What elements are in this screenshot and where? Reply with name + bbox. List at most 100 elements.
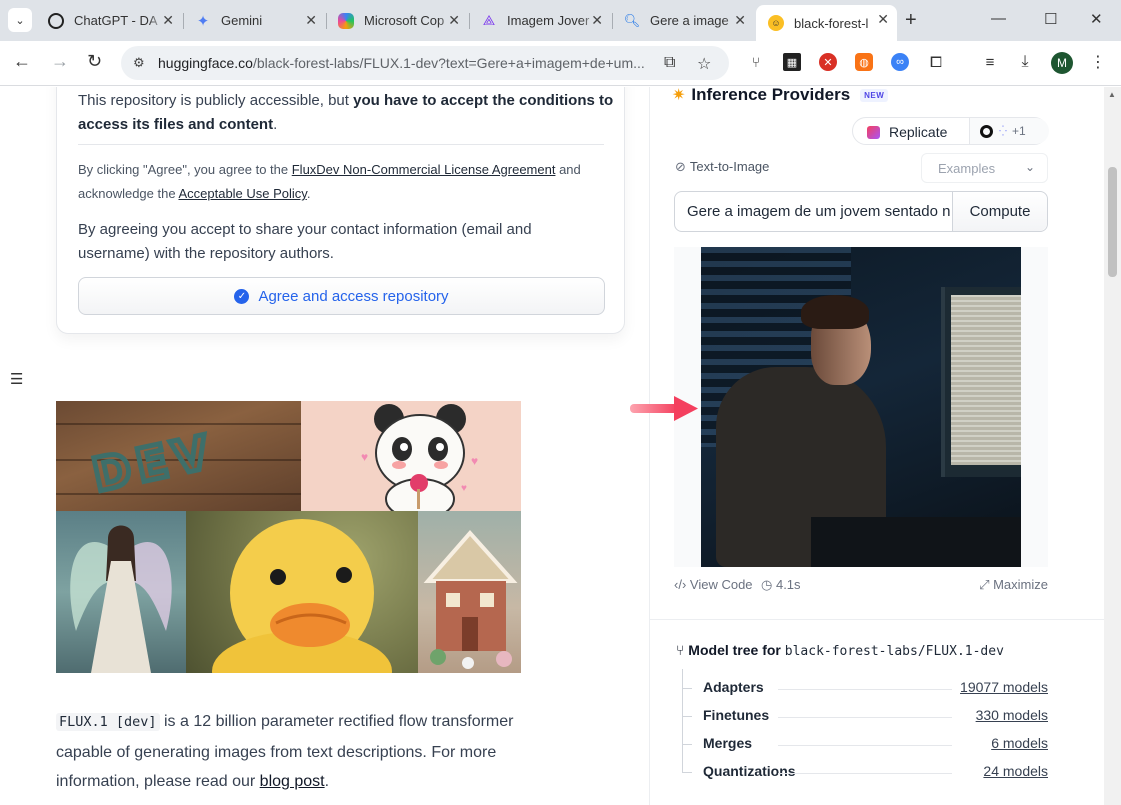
divider: [78, 144, 604, 145]
angel-woman-image: [56, 511, 186, 673]
tree-row-merges: Merges 6 models: [682, 735, 1048, 755]
close-tab-icon[interactable]: ✕: [734, 12, 746, 29]
close-tab-icon[interactable]: ✕: [305, 12, 317, 29]
close-window-icon[interactable]: ✕: [1090, 10, 1103, 28]
gingerbread-house-image: [418, 511, 521, 673]
maximize-window-icon[interactable]: ☐: [1044, 10, 1057, 28]
provider-replicate[interactable]: Replicate: [867, 124, 947, 140]
tab-gemini[interactable]: ✦ Gemini ✕: [183, 6, 325, 35]
table-of-contents-icon[interactable]: ☰: [10, 370, 23, 388]
close-tab-icon[interactable]: ✕: [591, 12, 603, 29]
maximize-link[interactable]: ⤢ Maximize: [979, 577, 1048, 593]
inference-time: ◷ 4.1s: [761, 577, 801, 592]
address-bar[interactable]: ⚙ huggingface.co/black-forest-labs/FLUX.…: [121, 46, 729, 80]
tab-search-chevron-icon[interactable]: ⌄: [8, 8, 32, 32]
tree-row-finetunes: Finetunes 330 models: [682, 707, 1048, 727]
back-icon[interactable]: ←: [13, 51, 31, 72]
scroll-up-icon[interactable]: ▲: [1108, 90, 1116, 99]
prompt-input[interactable]: [675, 192, 952, 231]
blocker-extension-icon[interactable]: ✕: [819, 53, 837, 71]
clock-icon: ◷: [761, 577, 773, 592]
check-circle-icon: ✓: [234, 288, 250, 304]
dev-beads-image: DEV: [56, 401, 301, 511]
orange-extension-icon[interactable]: ◍: [855, 53, 873, 71]
compute-button[interactable]: Compute: [952, 192, 1047, 231]
chevron-down-icon: ⌄: [1024, 160, 1035, 174]
task-label: ⊘ Text-to-Image: [675, 159, 770, 174]
svg-text:♥: ♥: [471, 454, 478, 468]
tree-row-quantizations: Quantizations 24 models: [682, 763, 1048, 783]
close-tab-icon[interactable]: ✕: [162, 12, 174, 29]
svg-text:♥: ♥: [461, 483, 467, 494]
tab-imagem[interactable]: ⟁ Imagem Jover ✕: [469, 6, 611, 35]
media-queue-icon[interactable]: ≡: [981, 53, 999, 71]
agree-access-button[interactable]: ✓ Agree and access repository: [78, 277, 605, 315]
new-tab-icon[interactable]: +: [905, 9, 917, 32]
extensions-puzzle-icon[interactable]: ⧠: [927, 53, 945, 71]
finetunes-count-link[interactable]: 330 models: [976, 707, 1048, 723]
profile-avatar[interactable]: M: [1051, 52, 1073, 74]
sparkle-icon: ✷: [672, 87, 686, 104]
qr-code-icon[interactable]: ▦: [783, 53, 801, 71]
search-icon: 🔍︎: [623, 12, 641, 28]
model-id: black-forest-labs/FLUX.1-dev: [784, 644, 1004, 659]
download-icon[interactable]: ⤓: [1016, 53, 1034, 71]
gemini-icon: ✦: [196, 12, 210, 30]
url-text[interactable]: huggingface.co/black-forest-labs/FLUX.1-…: [158, 55, 658, 71]
link-extension-icon[interactable]: ∞: [891, 53, 909, 71]
translate-icon[interactable]: ⧉: [664, 54, 675, 72]
bookmark-star-icon[interactable]: ☆: [697, 54, 711, 74]
aup-link[interactable]: Acceptable Use Policy: [178, 186, 306, 201]
generated-image[interactable]: [701, 247, 1021, 567]
inference-providers-heading: ✷ Inference Providers NEW: [672, 87, 889, 105]
model-showcase-image: DEV ♥ ♥ ♥: [56, 401, 521, 673]
reload-icon[interactable]: ↻: [87, 51, 102, 72]
provider-dots-icon: ⁛: [999, 125, 1007, 137]
result-meta: ‹/› View Code ◷ 4.1s ⤢ Maximize: [674, 577, 1048, 595]
maximize-icon: ⤢: [979, 577, 990, 592]
extension-fork-icon[interactable]: ⑂: [747, 53, 765, 71]
browser-menu-icon[interactable]: ⋮: [1089, 53, 1107, 71]
gated-access-card: This repository is publicly accessible, …: [56, 87, 625, 334]
scrollbar-thumb[interactable]: [1108, 167, 1117, 277]
minimize-icon[interactable]: —: [991, 10, 1006, 27]
gate-intro: This repository is publicly accessible, …: [78, 92, 614, 133]
provider-selector[interactable]: Replicate ⁛ +1: [852, 117, 1049, 145]
adapters-count-link[interactable]: 19077 models: [960, 679, 1048, 695]
site-info-icon[interactable]: ⚙: [133, 55, 145, 71]
replicate-icon: [867, 125, 880, 139]
column-divider: [649, 87, 650, 805]
hugging-face-icon: ☺: [768, 15, 784, 31]
quantizations-count-link[interactable]: 24 models: [983, 763, 1048, 779]
panda-illustration: ♥ ♥ ♥: [301, 401, 521, 511]
browser-toolbar: ← → ↻ ⚙ huggingface.co/black-forest-labs…: [0, 41, 1121, 86]
tab-chatgpt[interactable]: ChatGPT - DA ✕: [36, 6, 182, 35]
tab-strip: ⌄ ChatGPT - DA ✕ ✦ Gemini ✕ Microsoft Co…: [0, 0, 1121, 41]
sparkle-icon: ⟁: [482, 12, 496, 28]
more-providers-button[interactable]: ⁛ +1: [969, 118, 1049, 144]
tab-search[interactable]: 🔍︎ Gere a image ✕: [612, 6, 754, 35]
crochet-duck-image: [186, 511, 418, 673]
chatgpt-icon: [48, 12, 64, 29]
gate-share-text: By agreeing you accept to share your con…: [78, 221, 532, 262]
divider: [650, 619, 1104, 620]
gate-license-text: By clicking "Agree", you agree to the Fl…: [78, 162, 581, 201]
model-tree-heading: ⑂ Model tree for black-forest-labs/FLUX.…: [676, 642, 1004, 659]
code-icon: ‹/›: [674, 577, 687, 592]
svg-text:♥: ♥: [361, 450, 368, 464]
examples-dropdown[interactable]: Examples ⌄: [921, 153, 1048, 183]
view-code-link[interactable]: ‹/› View Code: [674, 577, 753, 592]
tag-icon: ⊘: [675, 159, 686, 174]
license-link[interactable]: FluxDev Non-Commercial License Agreement: [292, 162, 556, 177]
close-tab-icon[interactable]: ✕: [877, 11, 889, 28]
tab-huggingface[interactable]: ☺ black-forest-l ✕: [756, 5, 897, 41]
copilot-icon: [338, 12, 354, 29]
tree-icon: ⑂: [676, 642, 685, 658]
forward-icon[interactable]: →: [51, 51, 69, 72]
tab-copilot[interactable]: Microsoft Cop ✕: [326, 6, 468, 35]
page-scrollbar[interactable]: ▲: [1104, 87, 1121, 805]
blog-post-link[interactable]: blog post: [260, 773, 325, 790]
page-viewport: This repository is publicly accessible, …: [0, 87, 1104, 805]
merges-count-link[interactable]: 6 models: [991, 735, 1048, 751]
close-tab-icon[interactable]: ✕: [448, 12, 460, 29]
